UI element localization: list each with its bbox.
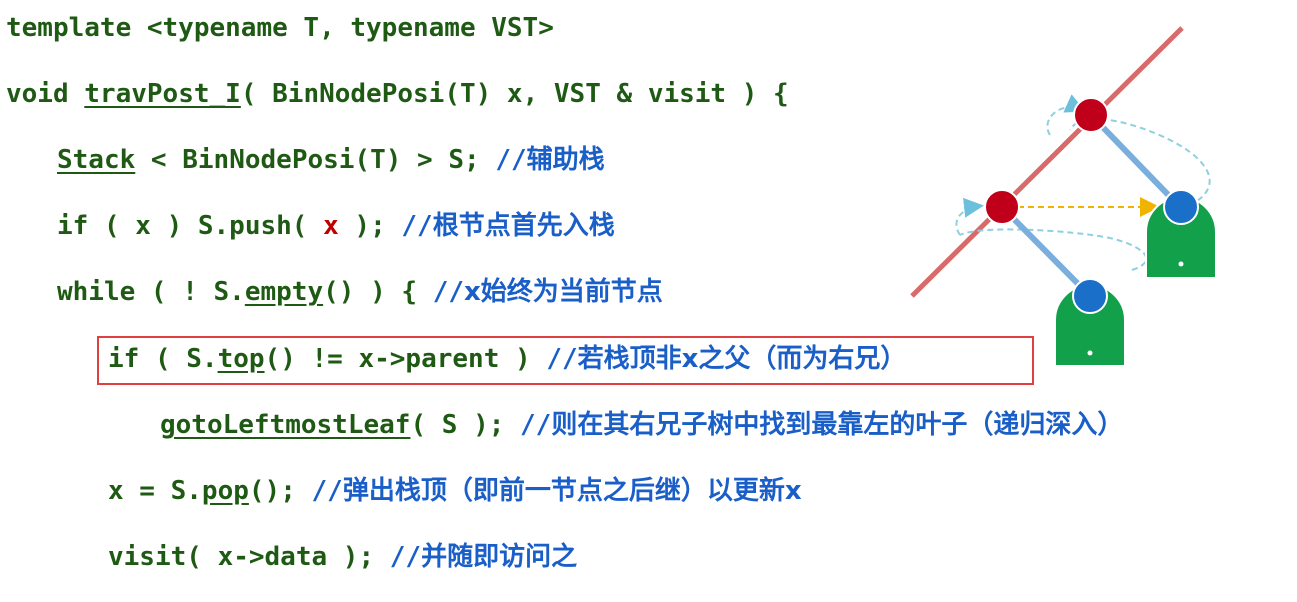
comment-slash: // [520, 410, 552, 440]
tree-diagram [910, 26, 1217, 367]
code-text: ( BinNodePosi(T) x, VST & visit ) { [240, 79, 789, 109]
comment-slash: // [546, 344, 578, 374]
code-text: template <typename T, typename VST> [6, 13, 554, 43]
comment-text: 根节点首先入栈 [432, 211, 615, 241]
comment-text: 弹出栈顶（即前一节点之后继）以更新x [342, 476, 802, 506]
blue-node-right [1163, 189, 1199, 225]
comment-text: x始终为当前节点 [464, 277, 663, 307]
type-name: Stack [57, 145, 136, 175]
function-name: gotoLeftmostLeaf [160, 410, 411, 440]
code-text: visit( x->data ); [108, 542, 390, 572]
code-text: if ( S. [108, 344, 218, 374]
code-line-pop: x = S.pop(); //弹出栈顶（即前一节点之后继）以更新x [108, 471, 802, 511]
code-line-template: template <typename T, typename VST> [6, 8, 554, 48]
comment-text: 则在其右兄子树中找到最靠左的叶子（递归深入） [551, 410, 1124, 440]
edge-top-right [1088, 112, 1183, 210]
code-text: ( S ); [410, 410, 521, 440]
code-line-if-top: if ( S.top() != x->parent ) //若栈顶非x之父（而为… [108, 339, 906, 379]
red-node-top [1073, 97, 1109, 133]
subtree-dot [1087, 350, 1093, 356]
comment-slash: // [432, 277, 465, 307]
comment-text: 辅助栈 [526, 145, 605, 175]
method-name: pop [201, 476, 249, 506]
code-text: if ( x ) S.push( [57, 211, 324, 241]
blue-node-bottom [1072, 278, 1108, 314]
function-name: travPost_I [84, 79, 241, 109]
code-line-function-signature: void travPost_I( BinNodePosi(T) x, VST &… [6, 74, 789, 114]
subtree-dot [1178, 261, 1184, 267]
highlighted-variable: x [323, 211, 339, 241]
code-line-visit: visit( x->data ); //并随即访问之 [108, 537, 577, 577]
comment-slash: // [401, 211, 433, 241]
comment-text: 若栈顶非x之父（而为右兄） [577, 344, 907, 374]
comment-slash: // [311, 476, 343, 506]
method-name: top [217, 344, 265, 374]
code-text: () ) { [323, 277, 433, 307]
method-name: empty [244, 277, 324, 307]
comment-text: 并随即访问之 [421, 542, 578, 572]
code-line-stack-decl: Stack < BinNodePosi(T) > S; //辅助栈 [57, 140, 605, 180]
code-text: ); [338, 211, 402, 241]
dashed-loop-bottom [959, 228, 1148, 271]
red-node-mid [984, 189, 1020, 225]
code-text: (); [248, 476, 312, 506]
code-line-push-root: if ( x ) S.push( x ); //根节点首先入栈 [57, 206, 615, 246]
comment-slash: // [495, 145, 527, 175]
comment-slash: // [389, 542, 422, 572]
code-text: < BinNodePosi(T) > S; [135, 145, 496, 175]
code-text: void [6, 79, 85, 109]
code-text: x = S. [108, 476, 202, 506]
code-line-while-loop: while ( ! S.empty() ) { //x始终为当前节点 [57, 272, 663, 312]
edge-mid-right [999, 204, 1093, 299]
code-text: while ( ! S. [57, 277, 245, 307]
code-line-goto-leftmost: gotoLeftmostLeaf( S ); //则在其右兄子树中找到最靠左的叶… [160, 405, 1123, 445]
code-text: () != x->parent ) [264, 344, 547, 374]
